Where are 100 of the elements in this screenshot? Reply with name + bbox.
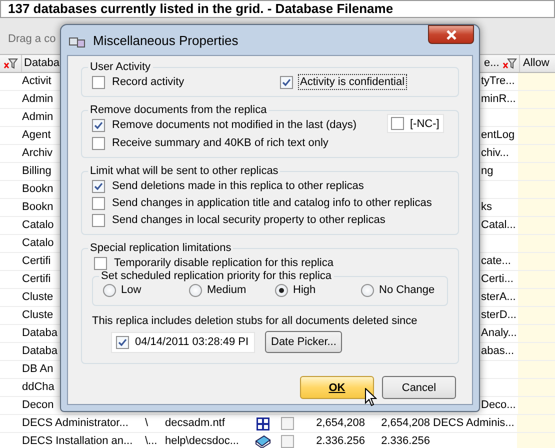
table-cell-text: Decon: [22, 398, 55, 414]
days-value: [-NC-]: [410, 116, 440, 130]
table-cell-text: decsadm.ntf: [164, 416, 226, 432]
allow-cell: [518, 271, 555, 288]
checkbox[interactable]: [391, 117, 404, 130]
date-picker-button[interactable]: Date Picker...: [265, 331, 342, 353]
group-panel-hint: Drag a co: [8, 33, 56, 45]
table-cell-text: minR...: [480, 92, 517, 108]
checkbox-label: Send changes in local security property to other replicas: [111, 213, 386, 227]
clear-filter-icon[interactable]: [4, 58, 18, 69]
stubs-description: This replica includes deletion stubs for all documents deleted since: [92, 314, 418, 328]
table-cell-text: Bookn: [22, 182, 54, 198]
checkbox[interactable]: [280, 76, 293, 88]
radio-button[interactable]: [361, 284, 374, 296]
checkbox-label: Receive summary and 40KB of rich text only: [111, 136, 330, 150]
app-icon: [69, 35, 86, 48]
allow-cell: [518, 73, 555, 90]
column-header[interactable]: Databa: [22, 55, 60, 72]
table-cell-text: entLog: [480, 128, 516, 144]
allow-cell: [518, 379, 555, 396]
checkbox-label: Temporarily disable replication for this replica: [113, 256, 334, 270]
group-title: Set scheduled replication priority for this replica: [100, 269, 333, 283]
table-cell-text: 2.336.256: [380, 434, 430, 448]
radio-button[interactable]: [103, 284, 116, 296]
book-icon: [254, 434, 270, 448]
table-cell-text: Certi...: [480, 272, 514, 288]
allow-cell: [517, 433, 555, 448]
column-header[interactable]: e...: [480, 55, 500, 72]
ok-button[interactable]: OK: [300, 376, 374, 399]
allow-cell: [518, 199, 555, 216]
clear-filter-icon[interactable]: [502, 58, 516, 69]
radio-label: No Change: [379, 283, 435, 297]
table-cell-text: help\decsdoc...: [164, 434, 240, 448]
table-cell-text: abas...: [480, 344, 516, 360]
table-cell-text: DECS Installation an...: [22, 434, 134, 448]
checkbox-label: Activity is confidential: [299, 75, 406, 89]
table-cell-text: 2,654,208: [380, 416, 430, 432]
table-cell-text: Deco...: [480, 398, 517, 414]
allow-cell: [518, 325, 555, 342]
table-cell-text: \: [145, 416, 150, 432]
table-cell-text: ks: [480, 200, 493, 216]
table-cell-text: Agent: [22, 128, 52, 144]
checkbox-label: Send changes in application title and catalog info to other replicas: [111, 196, 433, 210]
table-cell-text: Activit: [22, 74, 52, 90]
table-cell-text: Certifi: [22, 272, 52, 288]
radio-label: Low: [121, 283, 142, 297]
radio-label: Medium: [207, 283, 246, 297]
table-cell-text: sterD...: [480, 308, 518, 324]
allow-cell: [518, 397, 555, 414]
cancel-button[interactable]: Cancel: [382, 376, 456, 399]
allow-cell: [518, 127, 555, 144]
table-cell-text: Catal...: [480, 218, 517, 234]
table-cell-text: DB An: [22, 362, 54, 378]
allow-cell: [518, 235, 555, 252]
group-title: Limit what will be sent to other replicas: [89, 164, 280, 178]
radio-label: High: [293, 283, 316, 297]
checkbox-label: Send deletions made in this replica to other replicas: [111, 179, 365, 193]
table-cell-text: Catalo: [22, 236, 55, 252]
allow-cell: [518, 307, 555, 324]
date-value: 04/14/2011 03:28:49 PI: [135, 335, 249, 349]
window-title: 137 databases currently listed in the grid. - Database Filename: [0, 0, 555, 18]
checkbox[interactable]: [92, 136, 105, 150]
days-field[interactable]: [-NC-]: [387, 114, 444, 133]
close-button[interactable]: [428, 25, 474, 44]
table-cell-text: 2,654,208: [315, 416, 365, 432]
allow-cell: [518, 181, 555, 198]
date-field[interactable]: 04/14/2011 03:28:49 PI: [111, 332, 255, 352]
checkbox[interactable]: [116, 336, 129, 348]
checkbox[interactable]: [92, 118, 105, 132]
table-cell-text: ddCha: [22, 380, 56, 396]
checkbox[interactable]: [281, 417, 294, 430]
column-header[interactable]: Allow: [519, 55, 550, 72]
checkbox-label: Remove documents not modified in the last (days): [111, 118, 358, 132]
allow-cell: [518, 163, 555, 180]
table-cell-text: tyTre...: [480, 74, 516, 90]
checkbox[interactable]: [92, 196, 105, 210]
table-cell-text: 2.336.256: [315, 434, 365, 448]
table-cell-text: \...: [145, 434, 158, 448]
table-cell-text: Admin: [22, 110, 54, 126]
table-cell-text: Admin: [22, 92, 54, 108]
allow-cell: [518, 91, 555, 108]
table-cell-text: ng: [480, 164, 494, 180]
table-cell-text: Billing: [22, 164, 52, 180]
checkbox[interactable]: [281, 435, 294, 448]
table-cell-text: Bookn: [22, 200, 54, 216]
checkbox[interactable]: [92, 214, 105, 226]
table-cell-text: chiv...: [480, 146, 510, 162]
table-cell-text: Catalo: [22, 218, 55, 234]
radio-button[interactable]: [275, 284, 288, 296]
checkbox[interactable]: [94, 256, 107, 270]
allow-cell: [518, 343, 555, 360]
table-cell-text: Cluste: [22, 308, 54, 324]
table-cell-text: DECS Adminis...: [432, 416, 516, 432]
radio-button[interactable]: [189, 284, 202, 296]
allow-cell: [517, 415, 555, 432]
checkbox-label: Record activity: [111, 75, 186, 89]
checkbox[interactable]: [92, 180, 105, 192]
checkbox[interactable]: [92, 76, 105, 88]
allow-cell: [518, 145, 555, 162]
table-cell-text: DECS Administrator...: [22, 416, 130, 432]
